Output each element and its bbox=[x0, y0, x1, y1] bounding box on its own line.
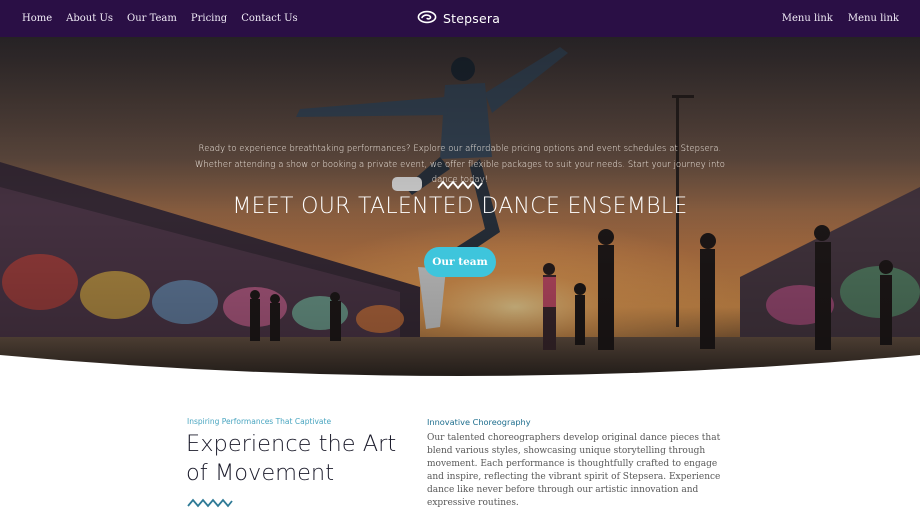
top-navbar: Home About Us Our Team Pricing Contact U… bbox=[0, 0, 920, 37]
nav-menu-link-2[interactable]: Menu link bbox=[848, 13, 899, 24]
nav-link-about-us[interactable]: About Us bbox=[66, 13, 113, 24]
section-eyebrow-right: Innovative Choreography bbox=[427, 417, 531, 427]
hero-title: MEET OUR TALENTED DANCE ENSEMBLE bbox=[232, 194, 688, 219]
nav-menu-link-1[interactable]: Menu link bbox=[782, 13, 833, 24]
nav-link-our-team[interactable]: Our Team bbox=[127, 13, 177, 24]
section-heading: Experience the Art of Movement bbox=[186, 431, 397, 486]
primary-nav: Home About Us Our Team Pricing Contact U… bbox=[22, 0, 298, 37]
our-team-button[interactable]: Our team bbox=[424, 247, 496, 277]
zigzag-divider-icon bbox=[187, 498, 233, 508]
hero-content: Ready to experience breathtaking perform… bbox=[0, 37, 920, 383]
hero-section: Ready to experience breathtaking perform… bbox=[0, 37, 920, 383]
zigzag-divider-icon bbox=[437, 180, 483, 190]
brand-logo[interactable]: Stepsera bbox=[417, 0, 500, 37]
nav-link-contact-us[interactable]: Contact Us bbox=[241, 13, 297, 24]
section-paragraph: Our talented choreographers develop orig… bbox=[427, 433, 721, 508]
logo-icon bbox=[417, 9, 437, 28]
nav-link-home[interactable]: Home bbox=[22, 13, 52, 24]
section-eyebrow-left: Inspiring Performances That Captivate bbox=[187, 417, 332, 426]
nav-link-pricing[interactable]: Pricing bbox=[191, 13, 227, 24]
secondary-nav: Menu link Menu link bbox=[782, 0, 899, 37]
brand-name: Stepsera bbox=[443, 11, 501, 26]
